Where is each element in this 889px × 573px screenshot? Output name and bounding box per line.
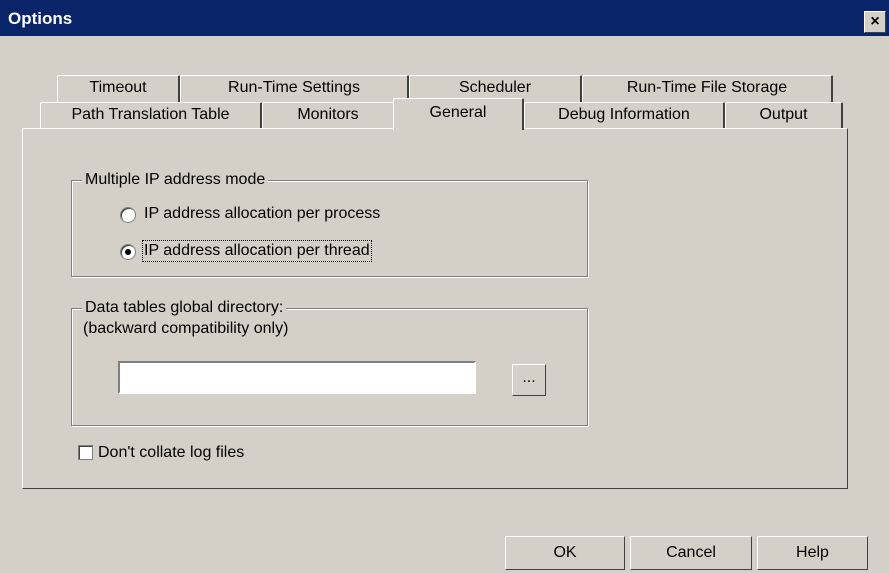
radio-selected-dot — [125, 249, 131, 255]
tab-label: Run-Time Settings — [228, 79, 360, 96]
tab-label: Path Translation Table — [71, 106, 230, 123]
radio-per-thread[interactable] — [120, 244, 136, 260]
directory-input[interactable] — [118, 361, 476, 394]
tab-monitors[interactable]: Monitors — [262, 102, 395, 129]
help-label: Help — [796, 544, 829, 561]
tab-label: Timeout — [89, 79, 147, 96]
tab-run-time-file-storage[interactable]: Run-Time File Storage — [582, 75, 833, 102]
tab-run-time-settings[interactable]: Run-Time Settings — [180, 75, 409, 102]
close-icon: × — [870, 13, 880, 30]
ip-mode-legend: Multiple IP address mode — [82, 171, 269, 189]
browse-button[interactable]: ... — [512, 364, 546, 396]
ok-button[interactable]: OK — [505, 536, 625, 570]
data-tables-legend: Data tables global directory: — [82, 299, 287, 317]
tab-label: Scheduler — [458, 79, 532, 96]
close-button[interactable]: × — [864, 11, 886, 33]
ip-mode-group: Multiple IP address mode IP address allo… — [71, 171, 588, 277]
tab-label: Monitors — [297, 106, 359, 123]
tab-label: Output — [759, 106, 808, 123]
data-tables-group: Data tables global directory: (backward … — [71, 299, 588, 426]
tab-label: Run-Time File Storage — [626, 79, 788, 96]
cancel-label: Cancel — [666, 544, 716, 561]
tab-path-translation-table[interactable]: Path Translation Table — [40, 102, 262, 129]
tab-output[interactable]: Output — [725, 102, 843, 129]
general-tab-panel: Multiple IP address mode IP address allo… — [22, 128, 848, 489]
dont-collate-checkbox[interactable] — [78, 445, 93, 460]
tab-label: Debug Information — [558, 106, 690, 123]
tab-general[interactable]: General — [393, 98, 524, 130]
help-button[interactable]: Help — [757, 536, 868, 570]
radio-per-process-label: IP address allocation per process — [144, 205, 381, 222]
window-title: Options — [8, 9, 73, 28]
radio-per-thread-label: IP address allocation per thread — [142, 240, 372, 262]
ok-label: OK — [553, 544, 577, 561]
dont-collate-label: Don't collate log files — [98, 444, 245, 461]
radio-per-process[interactable] — [120, 207, 136, 223]
data-tables-note: (backward compatibility only) — [83, 320, 289, 337]
title-bar: Options × — [0, 0, 889, 36]
tab-timeout[interactable]: Timeout — [57, 75, 180, 102]
browse-label: ... — [522, 369, 536, 386]
cancel-button[interactable]: Cancel — [630, 536, 752, 570]
tab-debug-information[interactable]: Debug Information — [524, 102, 725, 129]
tab-label: General — [429, 104, 487, 121]
